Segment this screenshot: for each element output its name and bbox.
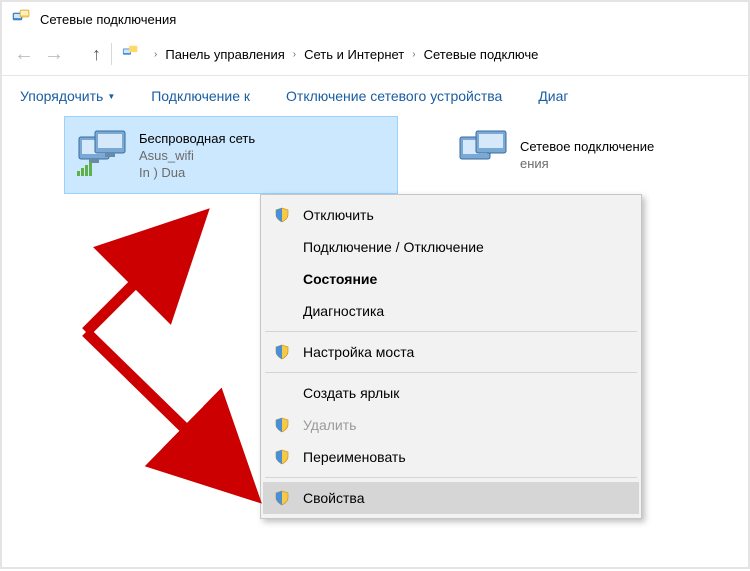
connection-status: ения — [520, 156, 654, 171]
connection-name: Беспроводная сеть — [139, 131, 255, 146]
menu-label: Свойства — [303, 490, 364, 506]
connection-ssid: Asus_wifi — [139, 148, 255, 163]
organize-label: Упорядочить — [20, 88, 103, 104]
menu-separator — [265, 331, 637, 332]
nav-bar: ← → ↑ › Панель управления › Сеть и Интер… — [2, 37, 748, 76]
connection-adapter: In ) Dua — [139, 165, 255, 180]
menu-item-diagnose[interactable]: Диагностика — [263, 295, 639, 327]
back-button[interactable]: ← — [14, 44, 34, 64]
menu-item-delete: Удалить — [263, 409, 639, 441]
control-panel-icon — [122, 44, 140, 65]
menu-label: Подключение / Отключение — [303, 239, 484, 255]
menu-label: Удалить — [303, 417, 356, 433]
menu-item-shortcut[interactable]: Создать ярлык — [263, 377, 639, 409]
menu-label: Переименовать — [303, 449, 406, 465]
menu-item-status[interactable]: Состояние — [263, 263, 639, 295]
breadcrumb-network-connections[interactable]: Сетевые подключе — [424, 47, 539, 62]
menu-separator — [265, 372, 637, 373]
menu-item-properties[interactable]: Свойства — [263, 482, 639, 514]
disable-label: Отключение сетевого устройства — [286, 88, 502, 104]
address-separator — [111, 43, 112, 65]
menu-item-connect-disconnect[interactable]: Подключение / Отключение — [263, 231, 639, 263]
menu-item-bridge[interactable]: Настройка моста — [263, 336, 639, 368]
chevron-right-icon: › — [408, 49, 419, 60]
shield-icon — [273, 206, 291, 224]
organize-menu-button[interactable]: Упорядочить ▼ — [20, 88, 115, 104]
forward-button[interactable]: → — [44, 44, 64, 64]
connect-to-button[interactable]: Подключение к — [151, 88, 250, 104]
shield-icon — [273, 448, 291, 466]
breadcrumb-control-panel[interactable]: Панель управления — [165, 47, 284, 62]
disable-device-button[interactable]: Отключение сетевого устройства — [286, 88, 502, 104]
caret-down-icon: ▼ — [107, 92, 115, 101]
connection-wireless[interactable]: Беспроводная сеть Asus_wifi In ) Dua — [64, 116, 398, 194]
breadcrumb-network-internet[interactable]: Сеть и Интернет — [304, 47, 404, 62]
connection-name: Сетевое подключение — [520, 139, 654, 154]
menu-label: Диагностика — [303, 303, 384, 319]
chevron-right-icon: › — [150, 49, 161, 60]
diagnose-button[interactable]: Диаг — [538, 88, 568, 104]
context-menu: Отключить Подключение / Отключение Состо… — [260, 194, 642, 519]
chevron-right-icon: › — [289, 49, 300, 60]
menu-item-rename[interactable]: Переименовать — [263, 441, 639, 473]
wireless-adapter-icon — [73, 129, 131, 182]
titlebar: Сетевые подключения — [2, 2, 748, 37]
shield-icon — [273, 416, 291, 434]
network-connections-icon — [12, 8, 32, 31]
window-title: Сетевые подключения — [40, 12, 176, 27]
toolbar: Упорядочить ▼ Подключение к Отключение с… — [2, 76, 748, 116]
shield-icon — [273, 489, 291, 507]
connection-ethernet[interactable]: Сетевое подключение ения — [446, 116, 750, 194]
menu-label: Настройка моста — [303, 344, 414, 360]
menu-label: Создать ярлык — [303, 385, 399, 401]
up-button[interactable]: ↑ — [92, 45, 101, 63]
breadcrumbs[interactable]: › Панель управления › Сеть и Интернет › … — [150, 47, 736, 62]
menu-separator — [265, 477, 637, 478]
ethernet-adapter-icon — [454, 129, 512, 182]
menu-item-disconnect[interactable]: Отключить — [263, 199, 639, 231]
connect-label: Подключение к — [151, 88, 250, 104]
shield-icon — [273, 343, 291, 361]
menu-label: Отключить — [303, 207, 374, 223]
diagnose-label: Диаг — [538, 88, 568, 104]
menu-label: Состояние — [303, 271, 377, 287]
